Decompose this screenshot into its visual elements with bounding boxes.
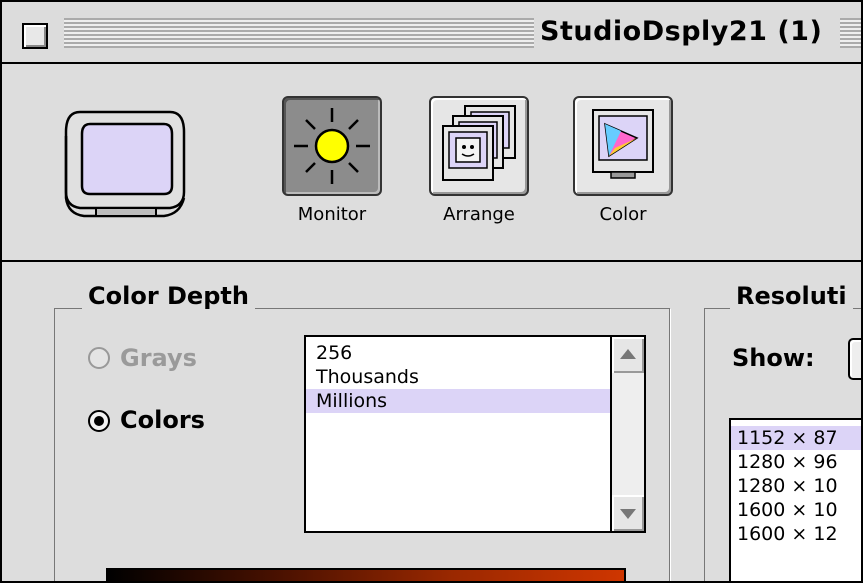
arrange-button-label: Arrange bbox=[443, 204, 515, 225]
colors-label: Colors bbox=[120, 406, 205, 434]
arrange-icon bbox=[442, 105, 516, 181]
down-arrow-icon bbox=[620, 509, 636, 519]
toolbar: Monitor Arrange Color bbox=[2, 64, 861, 262]
monitor-icon bbox=[60, 102, 190, 222]
depth-item-millions[interactable]: Millions bbox=[306, 389, 612, 413]
window-title: StudioDsply21 (1) bbox=[540, 16, 823, 47]
depth-list-scrollbar[interactable] bbox=[610, 337, 644, 531]
resolution-list[interactable]: 1152 × 87 1280 × 96 1280 × 10 1600 × 10 … bbox=[729, 418, 861, 581]
resolution-item[interactable]: 1152 × 87 bbox=[731, 426, 861, 450]
color-button-label: Color bbox=[599, 204, 647, 225]
radio-dot bbox=[94, 416, 104, 426]
depth-item-256[interactable]: 256 bbox=[306, 341, 612, 365]
color-button[interactable] bbox=[573, 96, 673, 196]
depth-list[interactable]: 256 Thousands Millions bbox=[304, 335, 646, 533]
arrange-button[interactable] bbox=[429, 96, 529, 196]
resolution-list-items: 1152 × 87 1280 × 96 1280 × 10 1600 × 10 … bbox=[731, 426, 861, 546]
sun-icon bbox=[294, 108, 370, 184]
show-popup[interactable] bbox=[848, 338, 861, 380]
close-box[interactable] bbox=[22, 23, 48, 49]
resolution-item[interactable]: 1600 × 10 bbox=[731, 498, 861, 522]
color-gradient-preview bbox=[106, 568, 626, 581]
resolution-title: Resoluti bbox=[730, 282, 853, 310]
show-label: Show: bbox=[732, 344, 815, 372]
scroll-down-button[interactable] bbox=[612, 495, 644, 531]
up-arrow-icon bbox=[620, 349, 636, 359]
color-depth-title: Color Depth bbox=[82, 282, 255, 310]
title-bar[interactable]: StudioDsply21 (1) bbox=[2, 2, 861, 64]
grays-radio[interactable] bbox=[88, 347, 110, 369]
colors-radio[interactable] bbox=[88, 410, 110, 432]
color-icon bbox=[592, 109, 654, 179]
resolution-item[interactable]: 1280 × 10 bbox=[731, 474, 861, 498]
resolution-item[interactable]: 1280 × 96 bbox=[731, 450, 861, 474]
title-bar-stripes-right bbox=[840, 18, 861, 48]
title-bar-stripes bbox=[64, 18, 534, 48]
depth-item-thousands[interactable]: Thousands bbox=[306, 365, 612, 389]
scroll-up-button[interactable] bbox=[612, 337, 644, 373]
monitors-window: StudioDsply21 (1) Monitor Arrange Color … bbox=[0, 0, 863, 583]
grays-label: Grays bbox=[120, 344, 197, 372]
monitor-button[interactable] bbox=[282, 96, 382, 196]
monitor-button-label: Monitor bbox=[297, 204, 367, 225]
depth-list-items: 256 Thousands Millions bbox=[306, 341, 612, 413]
resolution-item[interactable]: 1600 × 12 bbox=[731, 522, 861, 546]
